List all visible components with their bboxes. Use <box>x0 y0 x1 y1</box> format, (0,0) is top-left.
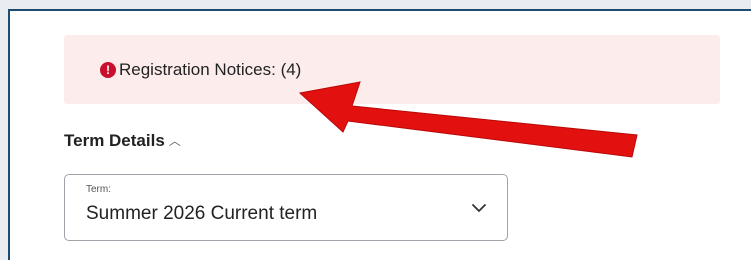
term-details-heading[interactable]: Term Details ︿ <box>64 131 181 151</box>
term-select[interactable]: Term: Summer 2026 Current term <box>64 174 508 241</box>
registration-notices-banner[interactable]: ! Registration Notices: (4) <box>64 35 720 104</box>
chevron-up-icon[interactable]: ︿ <box>169 132 181 149</box>
term-details-title: Term Details <box>64 131 165 150</box>
chevron-down-icon <box>472 204 486 212</box>
term-select-label: Term: <box>86 184 111 195</box>
alert-circle-icon: ! <box>100 62 116 78</box>
term-select-value: Summer 2026 Current term <box>86 203 318 224</box>
registration-notices-label[interactable]: Registration Notices: (4) <box>119 60 301 80</box>
